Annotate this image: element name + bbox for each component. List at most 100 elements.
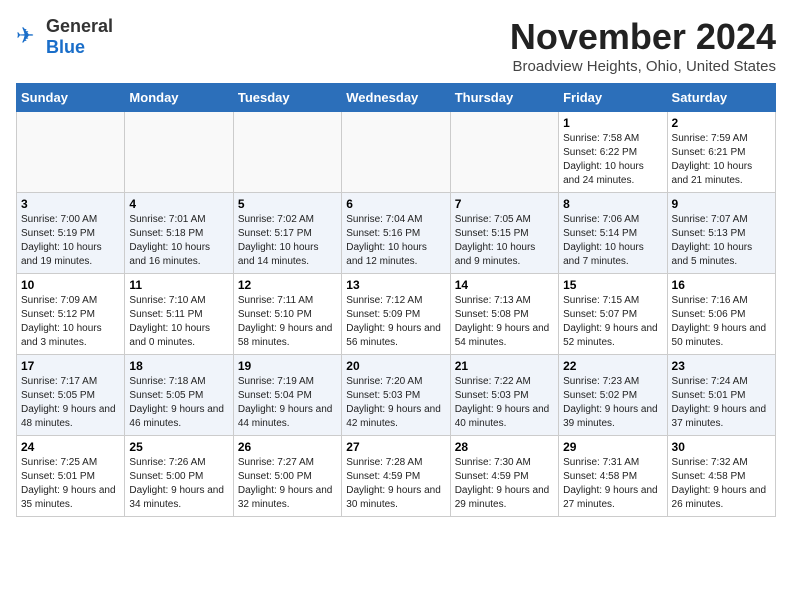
day-number: 1 [563,116,662,130]
day-number: 27 [346,440,445,454]
day-number: 30 [672,440,771,454]
day-of-week-tuesday: Tuesday [233,84,341,112]
week-row-5: 24 Sunrise: 7:25 AM Sunset: 5:01 PM Dayli… [17,436,776,517]
logo-general-text: General [46,16,113,36]
day-number: 20 [346,359,445,373]
day-of-week-monday: Monday [125,84,233,112]
day-info: Sunrise: 7:22 AM Sunset: 5:03 PM Dayligh… [455,376,550,429]
day-info: Sunrise: 7:06 AM Sunset: 5:14 PM Dayligh… [563,214,644,267]
day-info: Sunrise: 7:30 AM Sunset: 4:59 PM Dayligh… [455,457,550,510]
day-cell: 14Sunrise: 7:13 AM Sunset: 5:08 PM Dayli… [450,274,558,355]
day-number: 21 [455,359,554,373]
calendar-header: SundayMondayTuesdayWednesdayThursdayFrid… [17,84,776,112]
week-row-1: 1Sunrise: 7:58 AM Sunset: 6:22 PM Daylig… [17,112,776,193]
day-info: Sunrise: 7:24 AM Sunset: 5:01 PM Dayligh… [672,376,767,429]
day-cell: 20 Sunrise: 7:20 AM Sunset: 5:03 PM Dayli… [342,355,450,436]
day-info: Sunrise: 7:07 AM Sunset: 5:13 PM Dayligh… [672,214,753,267]
day-cell: 3Sunrise: 7:00 AM Sunset: 5:19 PM Daylig… [17,193,125,274]
day-of-week-sunday: Sunday [17,84,125,112]
day-number: 22 [563,359,662,373]
day-cell: 25Sunrise: 7:26 AM Sunset: 5:00 PM Dayli… [125,436,233,517]
day-info: Sunrise: 7:13 AM Sunset: 5:08 PM Dayligh… [455,295,550,348]
day-info: Sunrise: 7:11 AM Sunset: 5:10 PM Dayligh… [238,295,333,348]
day-cell: 2 Sunrise: 7:59 AM Sunset: 6:21 PM Daylig… [667,112,775,193]
day-cell [342,112,450,193]
day-cell [233,112,341,193]
day-cell: 19 Sunrise: 7:19 AM Sunset: 5:04 PM Dayli… [233,355,341,436]
day-info: Sunrise: 7:18 AM Sunset: 5:05 PM Dayligh… [129,376,224,429]
day-cell: 16Sunrise: 7:16 AM Sunset: 5:06 PM Dayli… [667,274,775,355]
day-number: 19 [238,359,337,373]
day-cell: 18 Sunrise: 7:18 AM Sunset: 5:05 PM Dayli… [125,355,233,436]
calendar-subtitle: Broadview Heights, Ohio, United States [510,58,776,75]
day-cell: 26Sunrise: 7:27 AM Sunset: 5:00 PM Dayli… [233,436,341,517]
day-number: 5 [238,197,337,211]
day-info: Sunrise: 7:01 AM Sunset: 5:18 PM Dayligh… [129,214,210,267]
day-info: Sunrise: 7:28 AM Sunset: 4:59 PM Dayligh… [346,457,441,510]
day-cell: 15Sunrise: 7:15 AM Sunset: 5:07 PM Dayli… [559,274,667,355]
day-cell: 30 Sunrise: 7:32 AM Sunset: 4:58 PM Dayli… [667,436,775,517]
day-info: Sunrise: 7:25 AM Sunset: 5:01 PM Dayligh… [21,457,116,510]
day-number: 16 [672,278,771,292]
day-number: 10 [21,278,120,292]
day-number: 13 [346,278,445,292]
day-cell: 29Sunrise: 7:31 AM Sunset: 4:58 PM Dayli… [559,436,667,517]
logo-icon: ✈ [16,23,44,51]
day-cell: 27 Sunrise: 7:28 AM Sunset: 4:59 PM Dayli… [342,436,450,517]
day-of-week-friday: Friday [559,84,667,112]
day-number: 12 [238,278,337,292]
day-number: 4 [129,197,228,211]
day-info: Sunrise: 7:31 AM Sunset: 4:58 PM Dayligh… [563,457,658,510]
week-row-3: 10 Sunrise: 7:09 AM Sunset: 5:12 PM Dayli… [17,274,776,355]
day-cell: 1Sunrise: 7:58 AM Sunset: 6:22 PM Daylig… [559,112,667,193]
calendar-title: November 2024 [510,16,776,58]
day-number: 11 [129,278,228,292]
day-cell: 4 Sunrise: 7:01 AM Sunset: 5:18 PM Daylig… [125,193,233,274]
calendar-body: 1Sunrise: 7:58 AM Sunset: 6:22 PM Daylig… [17,112,776,517]
calendar-table: SundayMondayTuesdayWednesdayThursdayFrid… [16,83,776,517]
svg-text:✈: ✈ [16,23,34,48]
day-info: Sunrise: 7:10 AM Sunset: 5:11 PM Dayligh… [129,295,210,348]
day-info: Sunrise: 7:19 AM Sunset: 5:04 PM Dayligh… [238,376,333,429]
day-cell [125,112,233,193]
logo-blue-text: Blue [46,37,85,57]
week-row-4: 17Sunrise: 7:17 AM Sunset: 5:05 PM Dayli… [17,355,776,436]
day-info: Sunrise: 7:27 AM Sunset: 5:00 PM Dayligh… [238,457,333,510]
days-of-week-row: SundayMondayTuesdayWednesdayThursdayFrid… [17,84,776,112]
day-number: 24 [21,440,120,454]
day-info: Sunrise: 7:00 AM Sunset: 5:19 PM Dayligh… [21,214,102,267]
day-info: Sunrise: 7:02 AM Sunset: 5:17 PM Dayligh… [238,214,319,267]
day-cell: 23 Sunrise: 7:24 AM Sunset: 5:01 PM Dayli… [667,355,775,436]
day-cell: 6 Sunrise: 7:04 AM Sunset: 5:16 PM Daylig… [342,193,450,274]
day-cell: 22Sunrise: 7:23 AM Sunset: 5:02 PM Dayli… [559,355,667,436]
day-cell: 11 Sunrise: 7:10 AM Sunset: 5:11 PM Dayli… [125,274,233,355]
day-cell: 28 Sunrise: 7:30 AM Sunset: 4:59 PM Dayli… [450,436,558,517]
day-cell: 21 Sunrise: 7:22 AM Sunset: 5:03 PM Dayli… [450,355,558,436]
day-number: 28 [455,440,554,454]
day-info: Sunrise: 7:05 AM Sunset: 5:15 PM Dayligh… [455,214,536,267]
week-row-2: 3Sunrise: 7:00 AM Sunset: 5:19 PM Daylig… [17,193,776,274]
day-number: 6 [346,197,445,211]
day-info: Sunrise: 7:59 AM Sunset: 6:21 PM Dayligh… [672,133,753,186]
day-of-week-saturday: Saturday [667,84,775,112]
day-number: 18 [129,359,228,373]
day-info: Sunrise: 7:20 AM Sunset: 5:03 PM Dayligh… [346,376,441,429]
day-cell: 24 Sunrise: 7:25 AM Sunset: 5:01 PM Dayli… [17,436,125,517]
day-cell: 17Sunrise: 7:17 AM Sunset: 5:05 PM Dayli… [17,355,125,436]
day-of-week-thursday: Thursday [450,84,558,112]
day-number: 17 [21,359,120,373]
day-of-week-wednesday: Wednesday [342,84,450,112]
day-number: 7 [455,197,554,211]
logo: ✈ General Blue [16,16,113,58]
day-info: Sunrise: 7:26 AM Sunset: 5:00 PM Dayligh… [129,457,224,510]
day-cell: 5 Sunrise: 7:02 AM Sunset: 5:17 PM Daylig… [233,193,341,274]
day-number: 2 [672,116,771,130]
day-info: Sunrise: 7:32 AM Sunset: 4:58 PM Dayligh… [672,457,767,510]
day-info: Sunrise: 7:09 AM Sunset: 5:12 PM Dayligh… [21,295,102,348]
day-cell: 10 Sunrise: 7:09 AM Sunset: 5:12 PM Dayli… [17,274,125,355]
day-cell: 9Sunrise: 7:07 AM Sunset: 5:13 PM Daylig… [667,193,775,274]
header: ✈ General Blue November 2024 Broadview H… [16,16,776,75]
title-area: November 2024 Broadview Heights, Ohio, U… [510,16,776,75]
day-number: 23 [672,359,771,373]
day-info: Sunrise: 7:04 AM Sunset: 5:16 PM Dayligh… [346,214,427,267]
